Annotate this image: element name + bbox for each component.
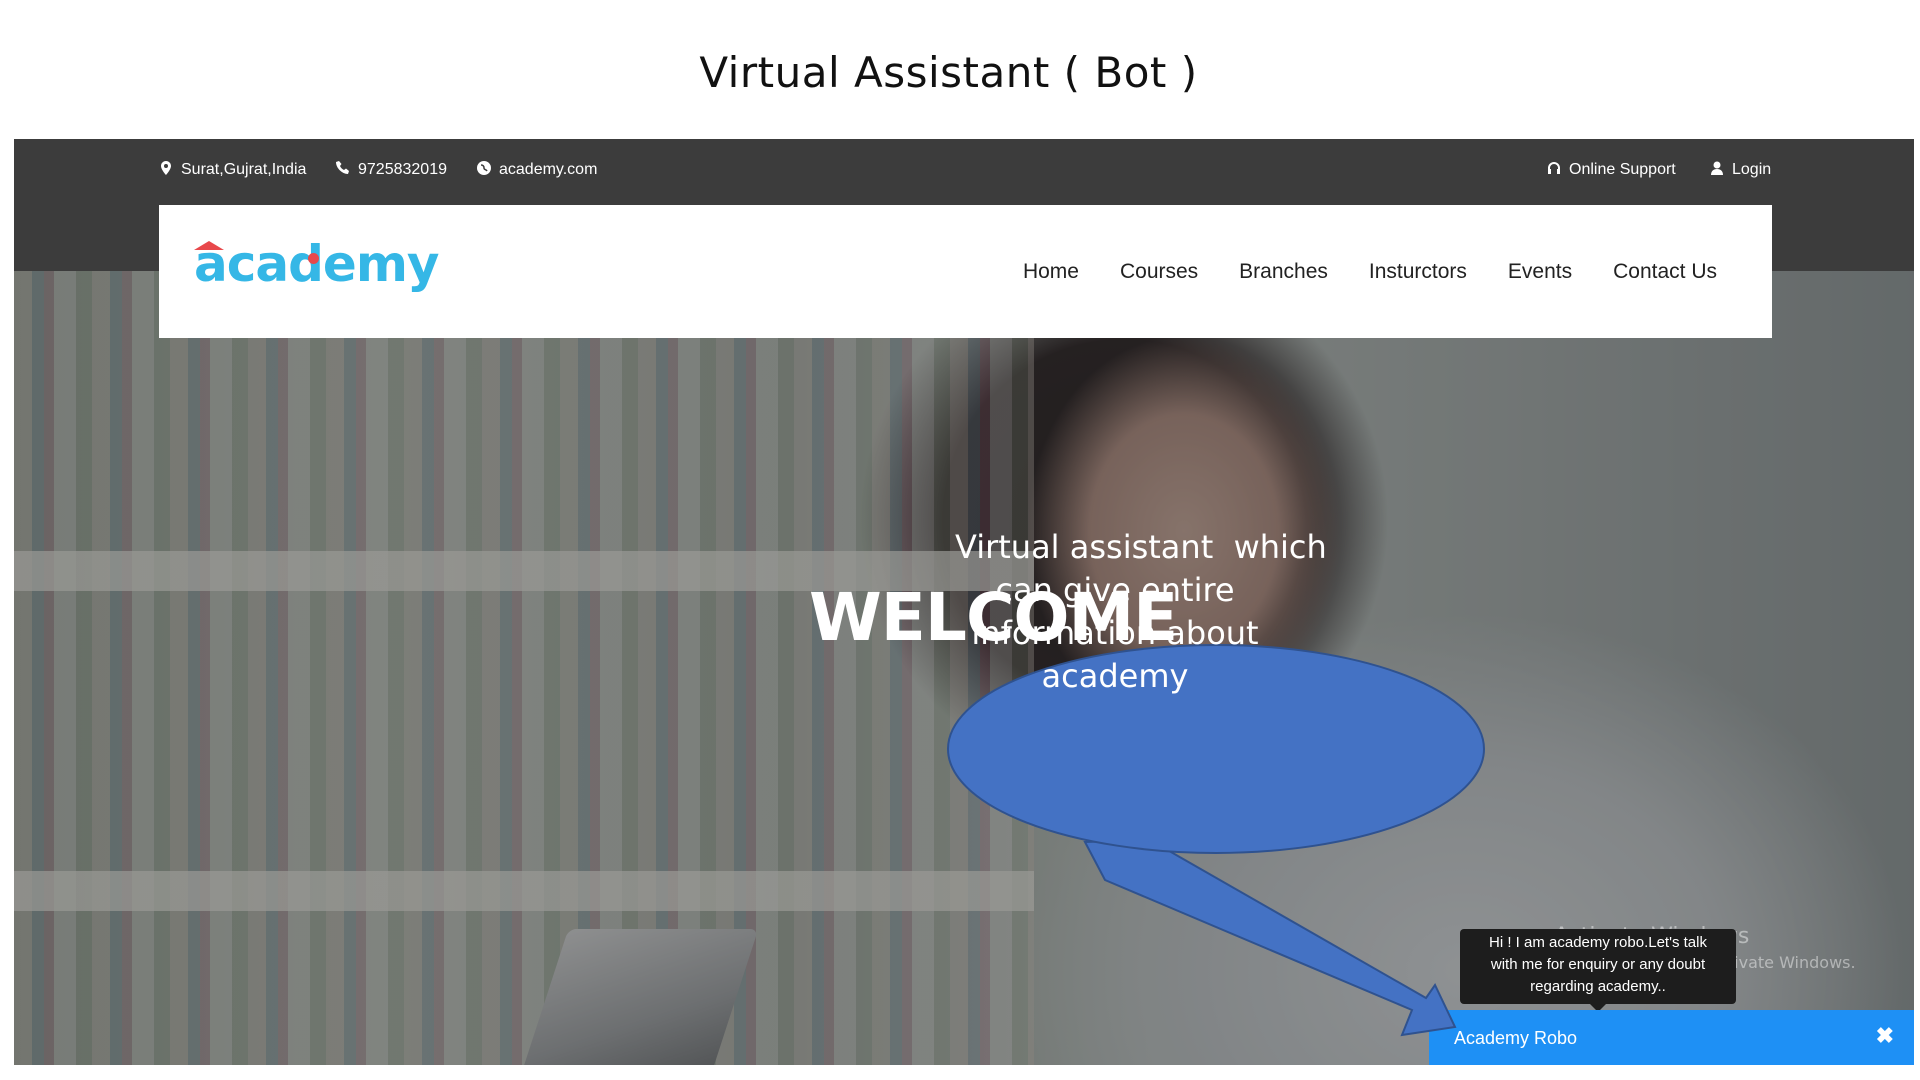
callout-text: Virtual assistant which can give entire …	[955, 526, 1327, 698]
callout-line-3: information about	[971, 614, 1259, 652]
callout-pointer-arrow	[1083, 838, 1457, 1037]
callout-line-4: academy	[1041, 657, 1189, 695]
callout-line-2: can give entire	[995, 571, 1235, 609]
callout-line-1: Virtual assistant which	[955, 528, 1327, 566]
